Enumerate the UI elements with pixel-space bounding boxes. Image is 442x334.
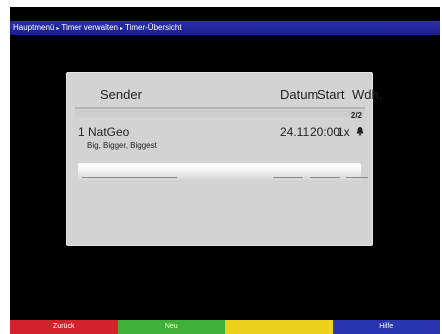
timer-row-index: 1 [78,125,85,139]
cursor-field-line [310,177,340,178]
breadcrumb-separator-icon: ▸ [119,26,123,32]
timer-list-panel: Sender Datum Start Wdh. 2/2 1 NatGeo Big… [66,72,382,246]
breadcrumb: Hauptmenü ▸ Timer verwalten ▸ Timer-Übersich… [10,21,440,35]
timer-row-repeat: 1x [337,125,350,139]
column-header-date: Datum [280,87,319,102]
breadcrumb-item-timer-overview: Timer-Übersicht [125,23,182,32]
bell-icon [356,127,364,136]
column-header-start: Start [317,87,345,102]
color-key-bar: Zurück Neu Hilfe [10,320,440,334]
cursor-field-line [82,177,177,178]
breadcrumb-item-main-menu[interactable]: Hauptmenü [13,23,54,32]
selection-cursor-bar[interactable] [78,163,368,182]
timer-row-start: 20:00 [310,125,341,139]
timer-row-date: 24.11 [280,125,310,139]
green-key-new-button[interactable]: Neu [117,320,225,334]
tv-screen: Hauptmenü ▸ Timer verwalten ▸ Timer-Übersich… [10,7,440,334]
header-divider [75,107,365,109]
yellow-key-button[interactable] [225,320,333,334]
cursor-field-line [273,177,303,178]
page-info-row [75,110,365,117]
timer-row[interactable]: 1 NatGeo Big, Bigger, Biggest 24.11 20:0… [75,119,365,157]
column-header-sender: Sender [100,87,142,102]
blue-key-help-button[interactable]: Hilfe [332,320,440,334]
breadcrumb-item-timer-manage[interactable]: Timer verwalten [61,23,118,32]
column-header-repeat: Wdh. [352,87,383,102]
cursor-field-line [346,177,368,178]
timer-row-sender: NatGeo [88,125,130,139]
timer-row-program-title: Big, Bigger, Biggest [87,141,157,150]
red-key-back-button[interactable]: Zurück [10,320,118,334]
